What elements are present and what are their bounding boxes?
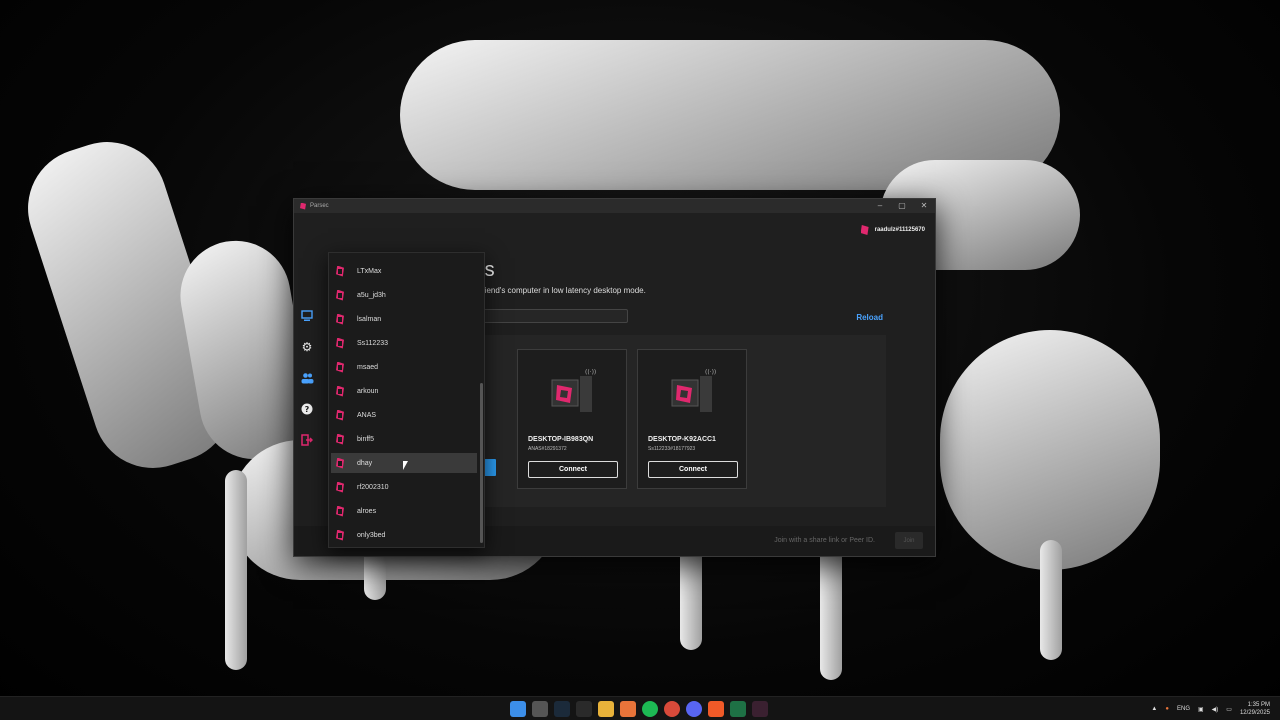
- connect-button[interactable]: Connect: [648, 461, 738, 478]
- list-item[interactable]: Ss112233: [331, 333, 477, 353]
- parsec-taskbar-icon[interactable]: [752, 701, 768, 717]
- close-button[interactable]: ✕: [913, 199, 935, 213]
- reload-button[interactable]: Reload: [856, 313, 883, 322]
- list-item[interactable]: binff5: [331, 429, 477, 449]
- clock[interactable]: 1:35 PM 12/29/2025: [1240, 701, 1270, 717]
- computer-name: DESKTOP-K92ACC1: [648, 436, 716, 443]
- computer-list: ((·)) DESKTOP-IB983QN ANAS#18291372 Conn…: [474, 335, 886, 507]
- excel-icon[interactable]: [730, 701, 746, 717]
- parsec-logo-icon: [336, 385, 344, 397]
- friends-dropdown: LTxMax a5u_jd3h lsalman Ss112233 msaed a…: [328, 252, 485, 548]
- microphone-icon[interactable]: ●: [1165, 706, 1169, 712]
- chrome-icon[interactable]: [664, 701, 680, 717]
- title-bar: Parsec: [294, 199, 935, 213]
- discord-icon[interactable]: [686, 701, 702, 717]
- computer-owner: ANAS#18291372: [528, 446, 567, 452]
- clock-time: 1:35 PM: [1247, 702, 1270, 708]
- folder-icon[interactable]: [598, 701, 614, 717]
- language-indicator[interactable]: ENG: [1177, 706, 1190, 712]
- svg-text:((·)): ((·)): [585, 369, 596, 376]
- window-controls: – ▢ ✕: [869, 199, 935, 213]
- list-item[interactable]: only3bed: [331, 525, 477, 545]
- svg-text:((·)): ((·)): [705, 369, 716, 376]
- network-icon[interactable]: ▣: [1198, 706, 1204, 713]
- parsec-logo-icon: [336, 409, 344, 421]
- parsec-logo-icon: [336, 433, 344, 445]
- logout-icon[interactable]: [300, 433, 314, 447]
- page-subtitle: riend's computer in low latency desktop …: [482, 286, 646, 295]
- join-button[interactable]: Join: [895, 532, 923, 549]
- parsec-logo-icon: [336, 481, 344, 493]
- gear-icon[interactable]: ⚙: [300, 340, 314, 354]
- steam-icon[interactable]: [554, 701, 570, 717]
- clock-date: 12/29/2025: [1239, 710, 1270, 716]
- taskbar-apps: [510, 701, 768, 717]
- list-item[interactable]: lsalman: [331, 309, 477, 329]
- chevron-up-icon[interactable]: ▲: [1151, 706, 1157, 712]
- launcher-icon[interactable]: [620, 701, 636, 717]
- parsec-logo-icon: [336, 529, 344, 541]
- parsec-logo-icon: [300, 202, 306, 210]
- computer-owner: Ss112233#18177923: [648, 446, 696, 452]
- list-item[interactable]: LTxMax: [331, 261, 477, 281]
- sidebar: ⚙ ?: [300, 309, 314, 447]
- parsec-logo-icon: [336, 289, 344, 301]
- list-item[interactable]: arkoun: [331, 381, 477, 401]
- brave-icon[interactable]: [708, 701, 724, 717]
- parsec-logo-icon: [336, 313, 344, 325]
- join-input[interactable]: Join with a share link or Peer ID.: [774, 537, 875, 544]
- list-item[interactable]: a5u_jd3h: [331, 285, 477, 305]
- dropdown-scrollbar[interactable]: [480, 383, 483, 543]
- list-item[interactable]: alroes: [331, 501, 477, 521]
- battery-icon[interactable]: ▭: [1226, 706, 1232, 713]
- list-item[interactable]: msaed: [331, 357, 477, 377]
- system-tray: ▲ ● ENG ▣ ◀) ▭ 1:35 PM 12/29/2025: [1151, 697, 1270, 720]
- computer-card: ((·)) DESKTOP-K92ACC1 Ss112233#18177923 …: [637, 349, 747, 489]
- list-item[interactable]: ANAS: [331, 405, 477, 425]
- epic-icon[interactable]: [576, 701, 592, 717]
- svg-text:?: ?: [305, 405, 310, 414]
- friends-icon[interactable]: [300, 371, 314, 385]
- hidden-card-button[interactable]: [484, 459, 496, 476]
- list-item[interactable]: rf2002310: [331, 477, 477, 497]
- parsec-logo-icon: [860, 225, 869, 235]
- mouse-cursor: [403, 461, 408, 470]
- parsec-logo-icon: [336, 457, 344, 469]
- parsec-logo-icon: [336, 337, 344, 349]
- computer-card: ((·)) DESKTOP-IB983QN ANAS#18291372 Conn…: [517, 349, 627, 489]
- window-title: Parsec: [310, 203, 329, 209]
- parsec-logo-icon: [336, 361, 344, 373]
- taskbar: ▲ ● ENG ▣ ◀) ▭ 1:35 PM 12/29/2025: [0, 696, 1280, 720]
- minimize-button[interactable]: –: [869, 199, 891, 213]
- volume-icon[interactable]: ◀): [1212, 706, 1219, 713]
- calendar-icon[interactable]: [532, 701, 548, 717]
- maximize-button[interactable]: ▢: [891, 199, 913, 213]
- parsec-logo-icon: [336, 265, 344, 277]
- spotify-icon[interactable]: [642, 701, 658, 717]
- help-icon[interactable]: ?: [300, 402, 314, 416]
- parsec-logo-icon: [336, 505, 344, 517]
- computer-icon[interactable]: [300, 309, 314, 323]
- search-input[interactable]: h: [474, 309, 628, 323]
- start-icon[interactable]: [510, 701, 526, 717]
- computer-host-icon: ((·)): [551, 369, 596, 412]
- computer-host-icon: ((·)): [671, 369, 716, 412]
- account-badge[interactable]: raadulz#11125670: [860, 225, 925, 235]
- connect-button[interactable]: Connect: [528, 461, 618, 478]
- computer-name: DESKTOP-IB983QN: [528, 436, 594, 443]
- username: raadulz#11125670: [874, 227, 925, 233]
